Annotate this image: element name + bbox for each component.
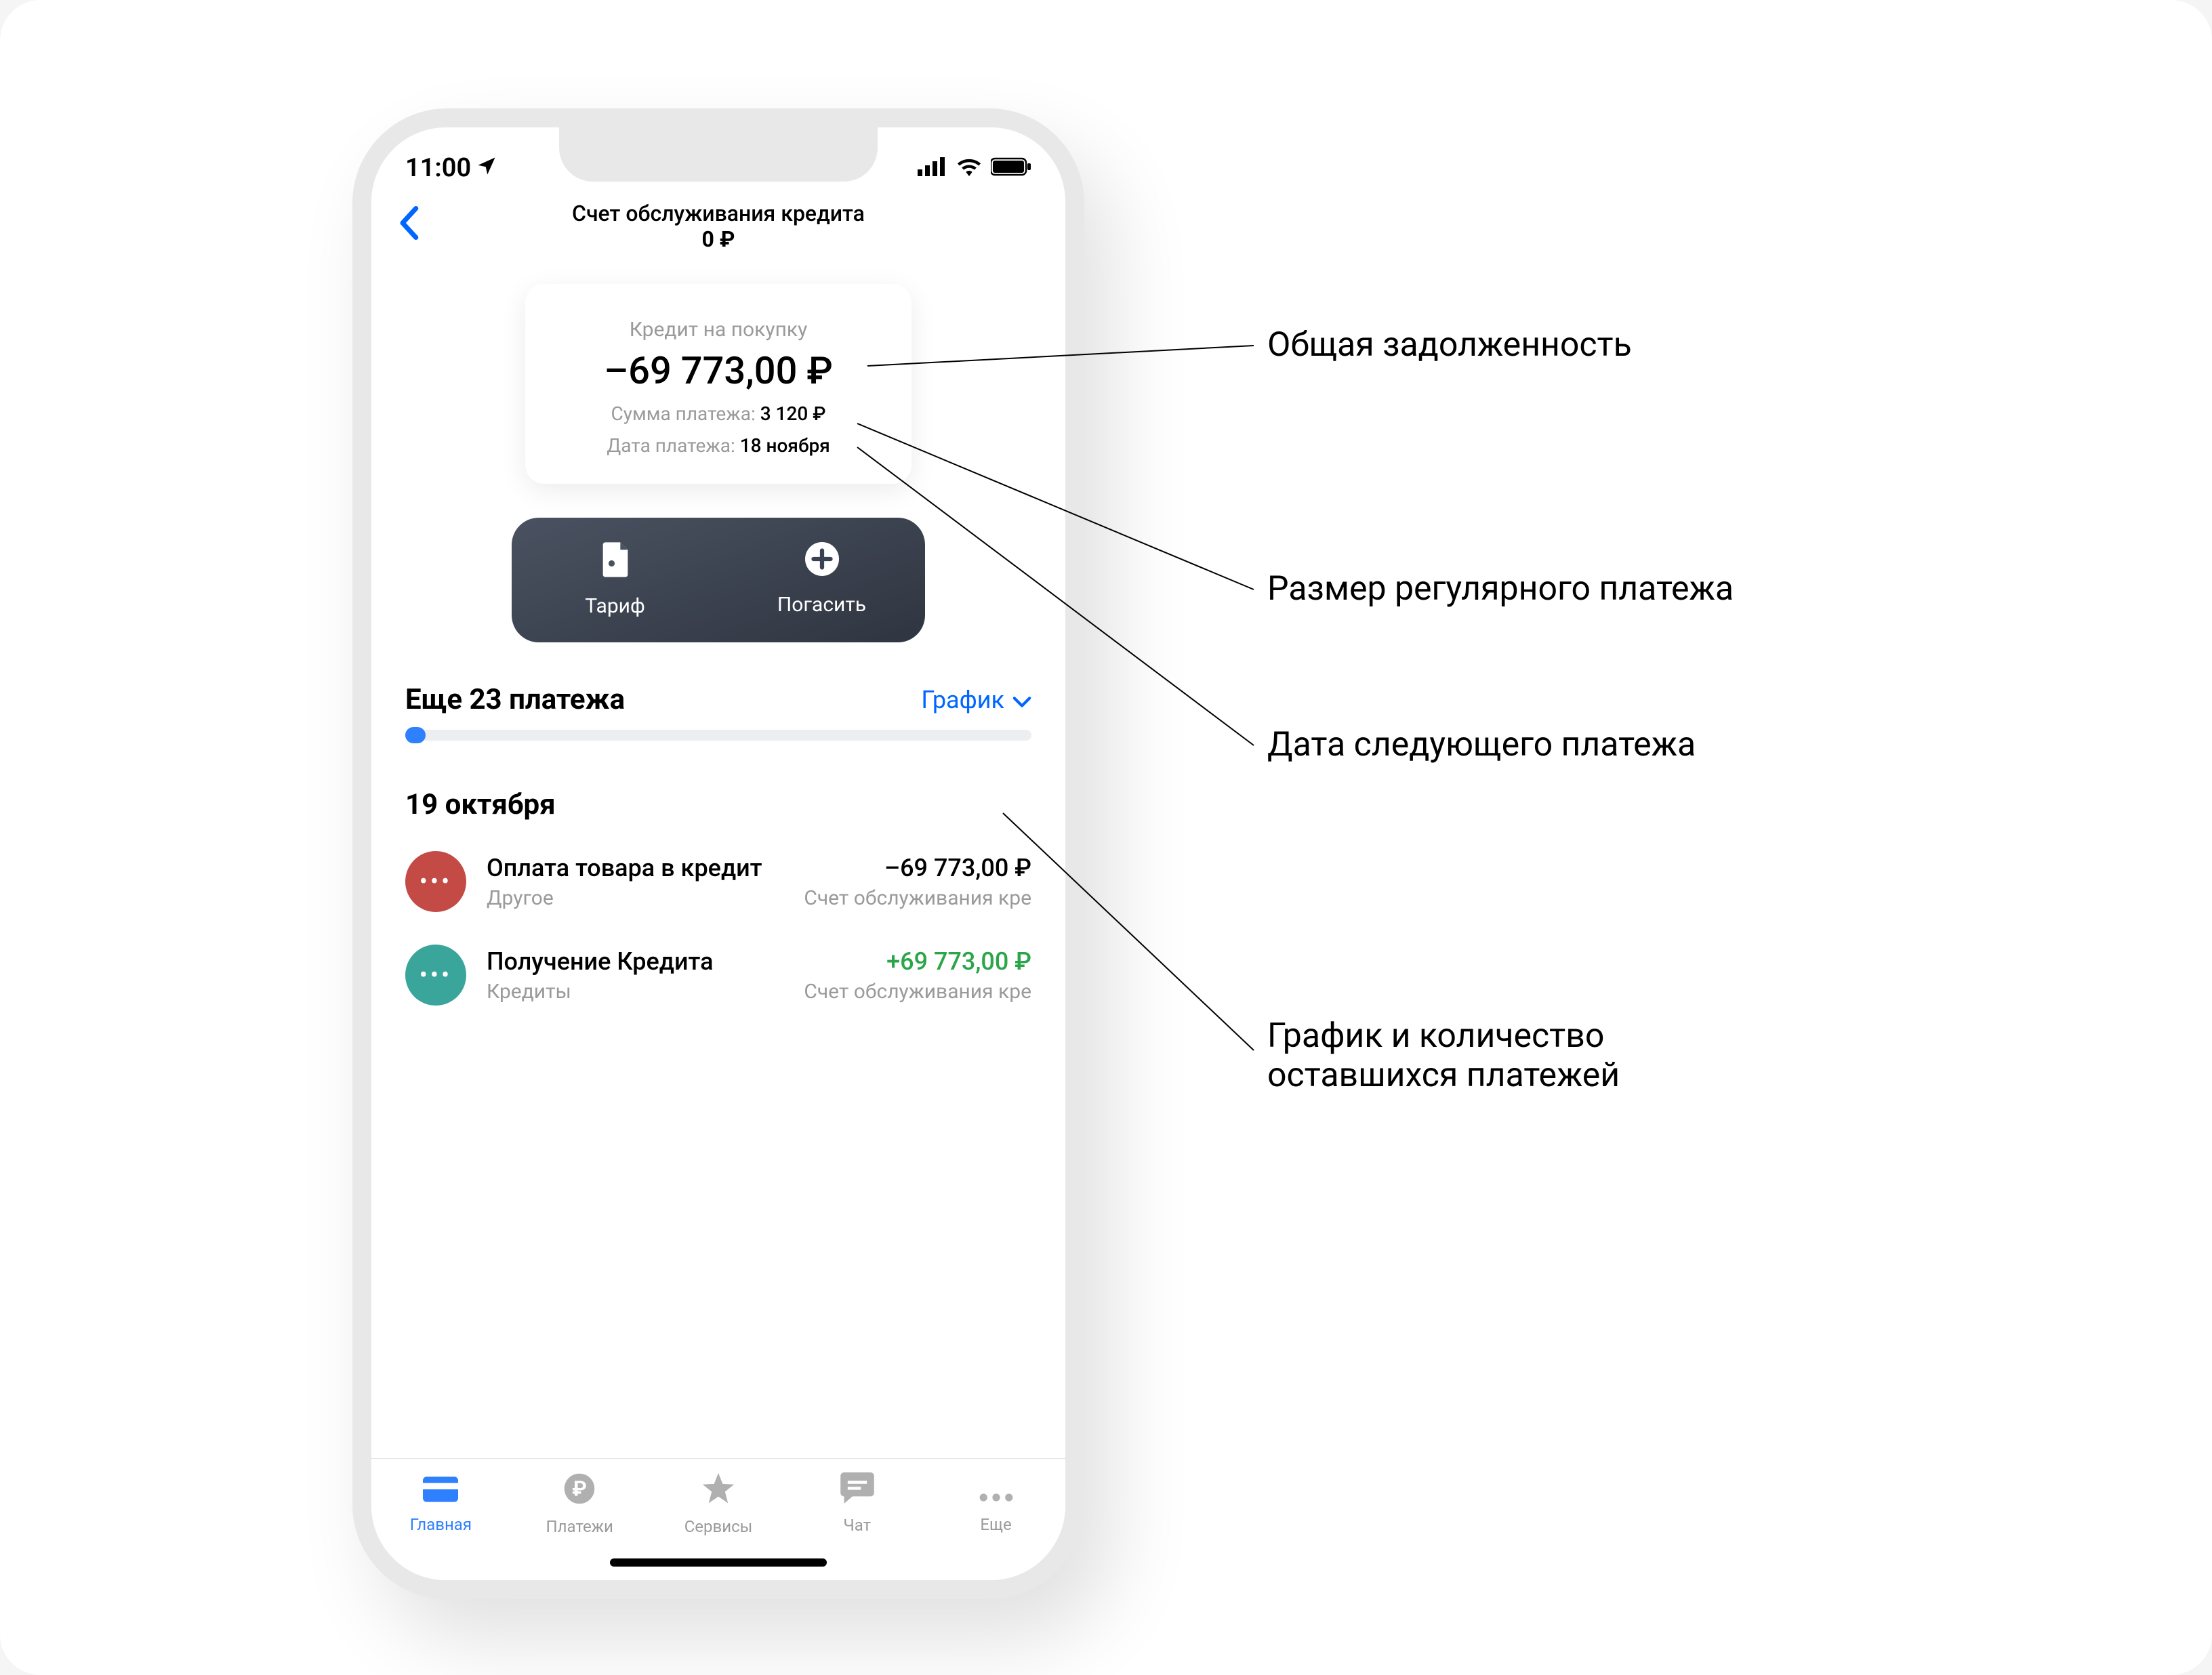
notch xyxy=(559,127,878,182)
plus-circle-icon xyxy=(718,542,925,583)
transaction-title: Получение Кредита xyxy=(487,947,714,976)
card-label: Кредит на покупку xyxy=(552,318,884,342)
phone-frame: 11:00 xyxy=(352,108,1084,1599)
chevron-down-icon xyxy=(1012,686,1031,714)
tab-home[interactable]: Главная xyxy=(371,1459,510,1580)
payment-date-value: 18 ноября xyxy=(740,434,830,457)
wifi-icon xyxy=(956,153,983,183)
transaction-amount: +69 773,00 ₽ xyxy=(886,947,1031,976)
back-button[interactable] xyxy=(392,202,426,250)
document-icon xyxy=(512,542,718,585)
repay-button[interactable]: Погасить xyxy=(718,542,925,618)
annotation-regular-payment: Размер регулярного платежа xyxy=(1267,569,1734,608)
transaction-title: Оплата товара в кредит xyxy=(487,854,762,882)
transaction-category-icon: ••• xyxy=(405,945,466,1006)
schedule-link-label: График xyxy=(921,686,1004,714)
annotation-next-date: Дата следующего платежа xyxy=(1267,725,1696,764)
transaction-category: Кредиты xyxy=(487,980,571,1004)
payment-date-label: Дата платежа: xyxy=(607,434,735,457)
transaction-amount: –69 773,00 ₽ xyxy=(884,854,1031,882)
transaction-account: Счет обслуживания кре xyxy=(804,980,1031,1004)
home-indicator[interactable] xyxy=(610,1558,827,1567)
action-panel: Тариф Погасить xyxy=(512,518,925,642)
annotation-total-debt: Общая задолженность xyxy=(1267,325,1632,365)
transaction-account: Счет обслуживания кре xyxy=(804,886,1031,910)
svg-text:₽: ₽ xyxy=(572,1476,587,1501)
tab-more-label: Еще xyxy=(926,1515,1065,1534)
star-icon xyxy=(649,1472,788,1513)
header: Счет обслуживания кредита 0 ₽ xyxy=(371,195,1065,270)
tariff-label: Тариф xyxy=(585,594,645,618)
phone-screen: 11:00 xyxy=(371,127,1065,1580)
location-icon xyxy=(476,153,497,183)
battery-icon xyxy=(991,153,1031,183)
payments-left-title: Еще 23 платежа xyxy=(405,683,625,716)
tab-more[interactable]: Еще xyxy=(926,1459,1065,1580)
transaction-category: Другое xyxy=(487,886,554,910)
credit-card-summary[interactable]: Кредит на покупку –69 773,00 ₽ Сумма пла… xyxy=(525,284,912,484)
tab-home-label: Главная xyxy=(371,1515,510,1534)
payment-progress xyxy=(405,730,1031,741)
repay-label: Погасить xyxy=(777,593,866,617)
payment-amount-value: 3 120 ₽ xyxy=(760,402,826,425)
header-title: Счет обслуживания кредита xyxy=(572,201,865,226)
annotation-schedule: График и количество оставшихся платежей xyxy=(1267,1016,1620,1095)
card-icon xyxy=(371,1472,510,1511)
ruble-icon: ₽ xyxy=(510,1472,649,1513)
chat-icon xyxy=(787,1472,926,1512)
progress-indicator xyxy=(405,727,426,743)
cellular-icon xyxy=(918,153,947,183)
payment-amount-label: Сумма платежа: xyxy=(611,402,756,425)
transaction-category-icon: ••• xyxy=(405,851,466,912)
tariff-button[interactable]: Тариф xyxy=(512,542,718,618)
transaction-date-header: 19 октября xyxy=(371,741,1065,835)
card-balance: –69 773,00 ₽ xyxy=(552,348,884,393)
tab-payments-label: Платежи xyxy=(510,1517,649,1536)
schedule-link[interactable]: График xyxy=(921,686,1031,714)
transaction-row[interactable]: ••• Получение Кредита +69 773,00 ₽ Креди… xyxy=(371,928,1065,1022)
transaction-row[interactable]: ••• Оплата товара в кредит –69 773,00 ₽ … xyxy=(371,835,1065,928)
header-balance: 0 ₽ xyxy=(572,226,865,252)
status-time: 11:00 xyxy=(405,153,471,183)
tab-services-label: Сервисы xyxy=(649,1517,788,1536)
more-icon xyxy=(926,1472,1065,1511)
tab-chat-label: Чат xyxy=(787,1516,926,1535)
